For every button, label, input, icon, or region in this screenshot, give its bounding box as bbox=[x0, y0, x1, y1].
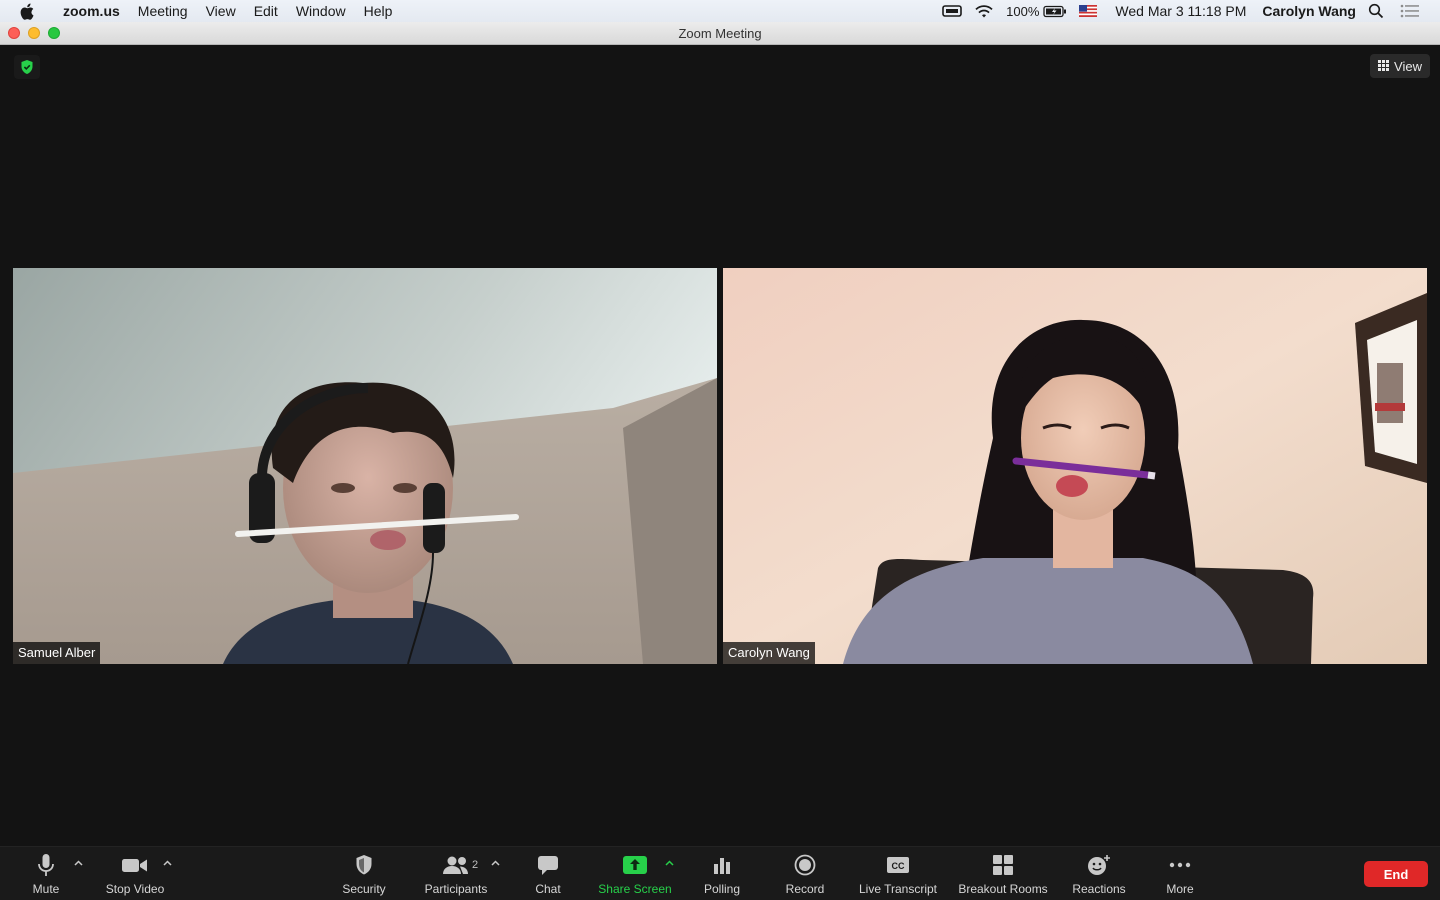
clock-datetime[interactable]: Wed Mar 3 11:18 PM bbox=[1115, 3, 1246, 19]
share-screen-arrow-icon bbox=[622, 853, 648, 877]
participants-icon bbox=[442, 853, 470, 877]
meeting-controls-toolbar: Mute Stop Video Security Participants 2 … bbox=[0, 846, 1440, 900]
menu-bar: zoom.us Meeting View Edit Window Help 10… bbox=[0, 0, 1440, 22]
breakout-rooms-grid-icon bbox=[992, 853, 1014, 877]
wifi-icon[interactable] bbox=[974, 4, 994, 19]
stop-video-button[interactable]: Stop Video bbox=[100, 847, 170, 900]
live-transcript-label: Live Transcript bbox=[858, 882, 938, 896]
microphone-icon bbox=[37, 853, 55, 877]
live-transcript-button[interactable]: CC Live Transcript bbox=[854, 847, 942, 900]
battery-icon[interactable] bbox=[1043, 5, 1067, 18]
spotlight-search-icon[interactable] bbox=[1368, 3, 1384, 19]
close-window-button[interactable] bbox=[8, 27, 20, 39]
more-ellipsis-icon bbox=[1168, 853, 1192, 877]
record-button[interactable]: Record bbox=[782, 847, 828, 900]
view-button[interactable]: View bbox=[1370, 54, 1430, 78]
menu-view[interactable]: View bbox=[197, 0, 245, 22]
mute-label: Mute bbox=[32, 882, 60, 896]
participants-button[interactable]: Participants bbox=[420, 847, 492, 900]
share-screen-chevron-up-icon[interactable] bbox=[662, 857, 676, 869]
participant-video-tile[interactable]: Samuel Alber bbox=[13, 268, 717, 664]
share-screen-label: Share Screen bbox=[598, 882, 672, 896]
keyboard-icon[interactable] bbox=[942, 4, 962, 18]
zoom-window-button[interactable] bbox=[48, 27, 60, 39]
share-screen-button[interactable]: Share Screen bbox=[595, 847, 675, 900]
window-controls bbox=[8, 27, 68, 39]
polling-label: Polling bbox=[703, 882, 741, 896]
record-icon bbox=[794, 853, 816, 877]
apple-logo-icon[interactable] bbox=[20, 2, 38, 20]
security-button[interactable]: Security bbox=[336, 847, 392, 900]
participants-chevron-up-icon[interactable] bbox=[488, 857, 502, 869]
polling-bar-chart-icon bbox=[712, 853, 732, 877]
reactions-button[interactable]: Reactions bbox=[1068, 847, 1130, 900]
participants-label: Participants bbox=[424, 882, 488, 896]
menu-window[interactable]: Window bbox=[287, 0, 355, 22]
breakout-rooms-label: Breakout Rooms bbox=[958, 882, 1048, 896]
security-label: Security bbox=[342, 882, 386, 896]
participant-name-label: Carolyn Wang bbox=[723, 642, 815, 664]
closed-caption-icon: CC bbox=[886, 853, 910, 877]
polling-button[interactable]: Polling bbox=[700, 847, 744, 900]
participant-video-feed bbox=[13, 268, 717, 664]
chat-label: Chat bbox=[535, 882, 561, 896]
menu-meeting[interactable]: Meeting bbox=[129, 0, 197, 22]
stop-video-label: Stop Video bbox=[105, 882, 165, 896]
menu-help[interactable]: Help bbox=[355, 0, 402, 22]
mute-button[interactable]: Mute bbox=[26, 847, 66, 900]
notification-center-icon[interactable] bbox=[1400, 4, 1420, 18]
reactions-smiley-icon bbox=[1087, 853, 1111, 877]
end-meeting-button[interactable]: End bbox=[1364, 861, 1428, 887]
view-button-label: View bbox=[1394, 58, 1422, 74]
audio-options-chevron-up-icon[interactable] bbox=[71, 857, 85, 869]
participants-count: 2 bbox=[472, 859, 479, 871]
battery-percent: 100% bbox=[1006, 3, 1040, 19]
more-button[interactable]: More bbox=[1158, 847, 1202, 900]
chat-bubble-icon bbox=[537, 853, 559, 877]
chat-button[interactable]: Chat bbox=[527, 847, 569, 900]
window-title: Zoom Meeting bbox=[678, 26, 762, 41]
menu-app-name[interactable]: zoom.us bbox=[54, 0, 129, 22]
encryption-shield-icon[interactable] bbox=[14, 55, 40, 79]
video-options-chevron-up-icon[interactable] bbox=[160, 857, 174, 869]
menu-edit[interactable]: Edit bbox=[245, 0, 287, 22]
more-label: More bbox=[1166, 882, 1194, 896]
security-shield-icon bbox=[355, 853, 373, 877]
reactions-label: Reactions bbox=[1072, 882, 1126, 896]
minimize-window-button[interactable] bbox=[28, 27, 40, 39]
participant-video-tile[interactable]: Carolyn Wang bbox=[723, 268, 1427, 664]
record-label: Record bbox=[785, 882, 825, 896]
window-title-bar: Zoom Meeting bbox=[0, 22, 1440, 45]
video-camera-icon bbox=[121, 853, 149, 877]
grid-view-icon bbox=[1378, 59, 1390, 74]
us-flag-icon[interactable] bbox=[1079, 5, 1098, 17]
breakout-rooms-button[interactable]: Breakout Rooms bbox=[955, 847, 1051, 900]
svg-text:CC: CC bbox=[892, 861, 905, 871]
participant-name-label: Samuel Alber bbox=[13, 642, 101, 664]
participant-video-feed bbox=[723, 268, 1427, 664]
user-name[interactable]: Carolyn Wang bbox=[1262, 3, 1356, 19]
meeting-area: View Samuel Alber Carolyn Wang bbox=[0, 45, 1440, 846]
